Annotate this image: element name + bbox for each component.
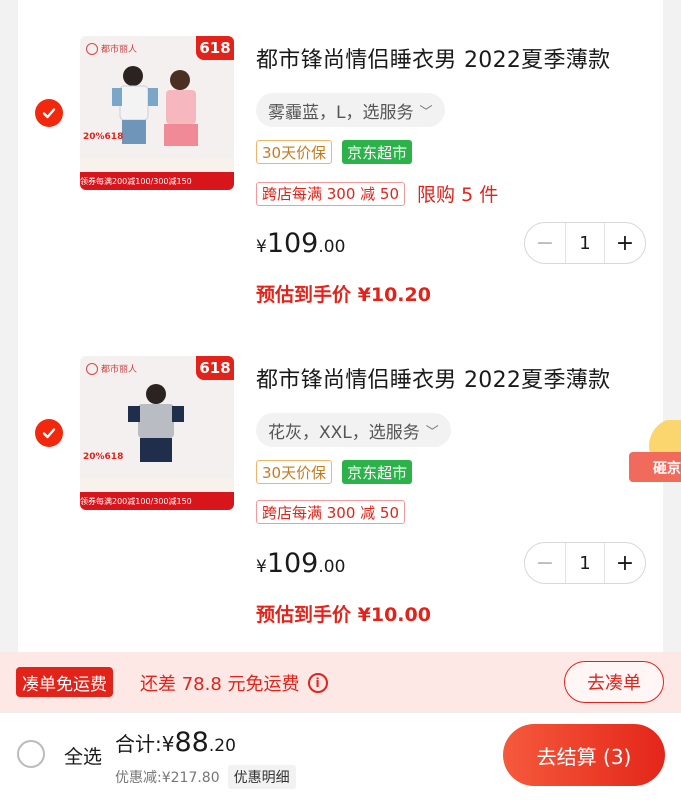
quantity-value[interactable]: 1 (565, 543, 605, 583)
item-price: ¥109.00 (256, 228, 346, 259)
service-tags: 30天价保 京东超市 (256, 140, 413, 164)
promo-strip: 20%618 (80, 132, 234, 172)
model-illustration (128, 384, 184, 462)
item-price: ¥109.00 (256, 548, 346, 579)
chevron-down-icon: ﹀ (425, 424, 439, 440)
check-icon (42, 428, 56, 439)
promo-tag[interactable]: 跨店每满 300 减 50 (256, 181, 406, 206)
info-icon[interactable]: i (307, 673, 328, 693)
jd-supermarket-tag: 京东超市 (342, 140, 413, 164)
decrease-button[interactable]: − (525, 223, 565, 263)
select-all-checkbox[interactable] (17, 740, 45, 768)
jd-supermarket-tag: 京东超市 (342, 460, 413, 484)
floating-promo-icon[interactable]: 砸京 (627, 420, 681, 490)
price-protect-tag: 30天价保 (256, 460, 333, 484)
free-shipping-badge: 凑单免运费 (16, 667, 113, 697)
models-illustration (112, 66, 198, 146)
spec-selector[interactable]: 花灰，XXL，选服务 ﹀ (256, 413, 451, 447)
estimated-price: 预估到手价 ¥10.00 (256, 604, 431, 626)
quantity-stepper: − 1 + (524, 222, 646, 264)
increase-button[interactable]: + (605, 543, 645, 583)
increase-button[interactable]: + (605, 223, 645, 263)
purchase-limit: 限购 5 件 (417, 184, 499, 206)
coupon-strip: 55 领券每满200减100/300减150 (80, 492, 234, 510)
item-checkbox-checked[interactable] (35, 419, 63, 447)
checkout-button[interactable]: 去结算 (3) (503, 724, 665, 786)
spec-selector[interactable]: 雾霾蓝，L，选服务 ﹀ (256, 93, 445, 127)
item-checkbox-checked[interactable] (35, 99, 63, 127)
cart-card: 都市丽人 618 20%618 55 领券每满200减100/300减150 都… (18, 0, 663, 652)
coupon-strip: 55 领券每满200减100/300减150 (80, 172, 234, 190)
check-icon (42, 108, 56, 119)
select-all-label[interactable]: 全选 (64, 742, 102, 769)
promotion-row: 跨店每满 300 减 50 限购 5 件 (256, 180, 498, 207)
discount-detail-button[interactable]: 优惠明细 (227, 765, 296, 789)
brand-logo: 都市丽人 (86, 362, 137, 375)
decrease-button[interactable]: − (525, 543, 565, 583)
product-image[interactable]: 都市丽人 618 20%618 55 领券每满200减100/300减150 (80, 356, 234, 510)
add-on-button[interactable]: 去凑单 (564, 661, 664, 703)
cart-item: 都市丽人 618 20%618 55 领券每满200减100/300减150 都… (18, 0, 663, 320)
brand-logo: 都市丽人 (86, 42, 137, 55)
free-shipping-text: 还差 78.8 元免运费 i (140, 670, 328, 696)
promotion-row: 跨店每满 300 减 50 (256, 500, 406, 524)
spec-text: 雾霾蓝，L，选服务 (268, 102, 414, 123)
promo-tag[interactable]: 跨店每满 300 减 50 (256, 500, 406, 524)
chevron-down-icon: ﹀ (419, 104, 433, 120)
quantity-value[interactable]: 1 (565, 223, 605, 263)
product-title[interactable]: 都市锋尚情侣睡衣男 2022夏季薄款 (256, 362, 656, 394)
product-title[interactable]: 都市锋尚情侣睡衣男 2022夏季薄款 (256, 42, 656, 74)
spec-text: 花灰，XXL，选服务 (268, 422, 420, 443)
total-price: 合计: ¥88.20 (115, 727, 236, 758)
quantity-stepper: − 1 + (524, 542, 646, 584)
product-image[interactable]: 都市丽人 618 20%618 55 领券每满200减100/300减150 (80, 36, 234, 190)
float-label: 砸京 (653, 460, 681, 477)
service-tags: 30天价保 京东超市 (256, 460, 413, 484)
cart-item: 都市丽人 618 20%618 55 领券每满200减100/300减150 都… (18, 320, 663, 640)
price-protect-tag: 30天价保 (256, 140, 333, 164)
estimated-price: 预估到手价 ¥10.20 (256, 284, 431, 306)
promo-strip: 20%618 (80, 452, 234, 492)
promo-618-badge: 618 (196, 36, 234, 60)
promo-618-badge: 618 (196, 356, 234, 380)
discount-summary: 优惠减:¥217.80 优惠明细 (115, 765, 296, 789)
